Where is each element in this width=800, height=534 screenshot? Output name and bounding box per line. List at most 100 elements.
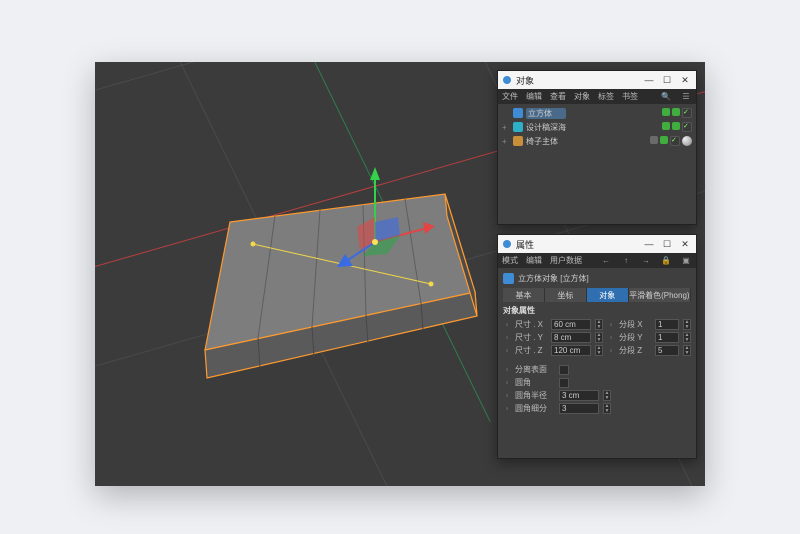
visibility-dot[interactable] — [650, 136, 658, 144]
prop-row-size-x: ◦ 尺寸 . X ▲▼ ◦ 分段 X ▲▼ — [503, 318, 691, 331]
fillet-sub-input — [559, 403, 599, 414]
menu-bookmarks[interactable]: 书签 — [622, 91, 638, 102]
prop-label: 圆角半径 — [515, 390, 555, 401]
prop-row-separate: ◦ 分离表面 — [503, 363, 691, 376]
minimize-button[interactable]: — — [642, 237, 656, 251]
render-dot[interactable] — [660, 136, 668, 144]
object-manager-panel[interactable]: 对象 — ☐ ✕ 文件 编辑 查看 对象 标签 书签 🔍 ☰ 立方体 — [497, 70, 697, 225]
fillet-checkbox[interactable] — [559, 378, 569, 388]
bullet-icon: ◦ — [503, 391, 511, 400]
close-button[interactable]: ✕ — [678, 73, 692, 87]
prop-label: 分离表面 — [515, 364, 555, 375]
bullet-icon: ◦ — [607, 346, 615, 355]
tree-toggle-icon[interactable]: + — [502, 137, 510, 146]
object-tree-row[interactable]: 立方体 — [502, 106, 692, 120]
prop-label: 圆角细分 — [515, 403, 555, 414]
maximize-button[interactable]: ☐ — [660, 73, 674, 87]
prop-label: 尺寸 . Y — [515, 332, 547, 343]
bullet-icon: ◦ — [503, 365, 511, 374]
maximize-button[interactable]: ☐ — [660, 237, 674, 251]
visibility-dot[interactable] — [662, 108, 670, 116]
visibility-dot[interactable] — [662, 122, 670, 130]
nav-back-icon[interactable]: ← — [600, 255, 612, 267]
cube-object[interactable] — [145, 182, 505, 402]
enable-check[interactable] — [682, 122, 692, 132]
prop-row-fillet-radius: ◦ 圆角半径 ▲▼ — [503, 389, 691, 402]
search-icon[interactable]: 🔍 — [660, 91, 672, 103]
bullet-icon: ◦ — [503, 320, 511, 329]
tree-toggle-icon[interactable]: + — [502, 123, 510, 132]
prop-label: 尺寸 . X — [515, 319, 547, 330]
spinner[interactable]: ▲▼ — [683, 345, 691, 356]
spinner[interactable]: ▲▼ — [595, 319, 603, 330]
spinner[interactable]: ▲▼ — [683, 332, 691, 343]
prop-row-size-z: ◦ 尺寸 . Z ▲▼ ◦ 分段 Z ▲▼ — [503, 344, 691, 357]
menu-edit[interactable]: 编辑 — [526, 255, 542, 266]
tab-coord[interactable]: 坐标 — [545, 288, 587, 302]
phong-tag-icon[interactable] — [682, 136, 692, 146]
size-y-input[interactable] — [551, 332, 591, 343]
prop-row-size-y: ◦ 尺寸 . Y ▲▼ ◦ 分段 Y ▲▼ — [503, 331, 691, 344]
render-dot[interactable] — [672, 108, 680, 116]
menu-mode[interactable]: 模式 — [502, 255, 518, 266]
lock-icon[interactable]: 🔒 — [660, 255, 672, 267]
sds-icon — [513, 122, 523, 132]
object-panel-titlebar[interactable]: 对象 — ☐ ✕ — [498, 71, 696, 89]
attr-object-name: 立方体对象 [立方体] — [518, 273, 589, 284]
object-tree-row[interactable]: + 设计稿深海 — [502, 120, 692, 134]
size-z-input[interactable] — [551, 345, 591, 356]
cube-icon — [513, 108, 523, 118]
prop-label: 圆角 — [515, 377, 555, 388]
menu-file[interactable]: 文件 — [502, 91, 518, 102]
attr-panel-menubar[interactable]: 模式 编辑 用户数据 ← ↑ → 🔒 ▣ — [498, 253, 696, 268]
attr-panel-title: 属性 — [516, 238, 638, 251]
prop-label: 尺寸 . Z — [515, 345, 547, 356]
object-panel-menubar[interactable]: 文件 编辑 查看 对象 标签 书签 🔍 ☰ — [498, 89, 696, 104]
seg-y-input[interactable] — [655, 332, 679, 343]
separate-surfaces-checkbox[interactable] — [559, 365, 569, 375]
nav-up-icon[interactable]: ↑ — [620, 255, 632, 267]
spinner[interactable]: ▲▼ — [595, 345, 603, 356]
app-window: 对象 — ☐ ✕ 文件 编辑 查看 对象 标签 书签 🔍 ☰ 立方体 — [95, 62, 705, 486]
object-tree[interactable]: 立方体 + 设计稿深海 + 椅子主体 — [498, 104, 696, 150]
cube-icon — [503, 273, 514, 284]
menu-view[interactable]: 查看 — [550, 91, 566, 102]
menu-object[interactable]: 对象 — [574, 91, 590, 102]
tab-basic[interactable]: 基本 — [503, 288, 545, 302]
filter-icon[interactable]: ☰ — [680, 91, 692, 103]
new-window-icon[interactable]: ▣ — [680, 255, 692, 267]
object-name[interactable]: 设计稿深海 — [526, 122, 566, 133]
tab-phong[interactable]: 平滑着色(Phong) — [629, 288, 691, 302]
attr-panel-titlebar[interactable]: 属性 — ☐ ✕ — [498, 235, 696, 253]
attributes-panel[interactable]: 属性 — ☐ ✕ 模式 编辑 用户数据 ← ↑ → 🔒 ▣ 立方体对象 [立方体… — [497, 234, 697, 459]
spinner[interactable]: ▲▼ — [683, 319, 691, 330]
nav-fwd-icon[interactable]: → — [640, 255, 652, 267]
fillet-radius-input — [559, 390, 599, 401]
seg-x-input[interactable] — [655, 319, 679, 330]
object-name[interactable]: 椅子主体 — [526, 136, 566, 147]
seg-z-input[interactable] — [655, 345, 679, 356]
bullet-icon: ◦ — [503, 378, 511, 387]
app-icon — [502, 75, 512, 85]
render-dot[interactable] — [672, 122, 680, 130]
enable-check[interactable] — [670, 136, 680, 146]
size-x-input[interactable] — [551, 319, 591, 330]
tab-object[interactable]: 对象 — [587, 288, 629, 302]
prop-label: 分段 X — [619, 319, 651, 330]
object-tree-row[interactable]: + 椅子主体 — [502, 134, 692, 148]
prop-row-fillet: ◦ 圆角 — [503, 376, 691, 389]
spinner[interactable]: ▲▼ — [595, 332, 603, 343]
close-button[interactable]: ✕ — [678, 237, 692, 251]
minimize-button[interactable]: — — [642, 73, 656, 87]
spinner: ▲▼ — [603, 403, 611, 414]
menu-edit[interactable]: 编辑 — [526, 91, 542, 102]
bullet-icon: ◦ — [503, 346, 511, 355]
object-panel-title: 对象 — [516, 74, 638, 87]
menu-tags[interactable]: 标签 — [598, 91, 614, 102]
menu-userdata[interactable]: 用户数据 — [550, 255, 582, 266]
bullet-icon: ◦ — [607, 333, 615, 342]
attr-tabs[interactable]: 基本 坐标 对象 平滑着色(Phong) — [503, 288, 691, 302]
null-icon — [513, 136, 523, 146]
enable-check[interactable] — [682, 108, 692, 118]
object-name[interactable]: 立方体 — [526, 108, 566, 119]
